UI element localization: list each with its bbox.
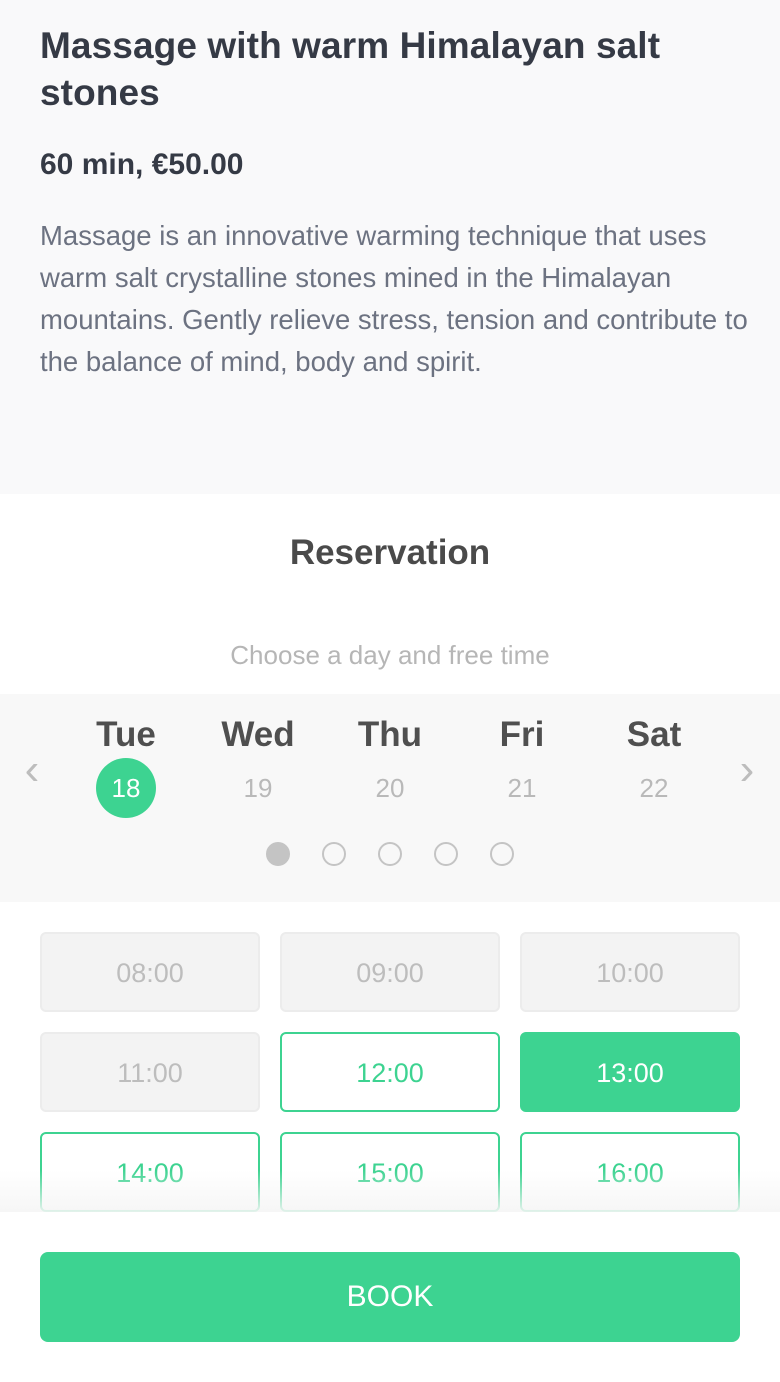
day-date: 21 — [507, 773, 537, 803]
day-picker: ‹ Tue 18 Wed 19 Thu 20 Fri 21 Sat 22 › — [0, 694, 780, 902]
page-indicator — [0, 842, 780, 868]
time-slot-1600[interactable]: 16:00 — [520, 1132, 740, 1212]
day-name: Fri — [499, 715, 545, 754]
day-tue[interactable]: Tue 18 — [66, 712, 186, 818]
duration-price: 60 min, €50.00 — [40, 148, 244, 181]
day-name: Tue — [96, 715, 156, 754]
day-date: 19 — [243, 773, 273, 803]
day-date: 20 — [375, 773, 405, 803]
page-dot-5[interactable] — [490, 842, 514, 866]
time-slot-0800[interactable]: 08:00 — [40, 932, 260, 1012]
reservation-subtitle: Choose a day and free time — [230, 640, 550, 670]
day-name: Thu — [357, 715, 423, 754]
day-wed[interactable]: Wed 19 — [198, 712, 318, 818]
day-name: Sat — [626, 715, 682, 754]
page-dot-4[interactable] — [434, 842, 458, 866]
time-slot-0900[interactable]: 09:00 — [280, 932, 500, 1012]
time-slot-1000[interactable]: 10:00 — [520, 932, 740, 1012]
day-sat[interactable]: Sat 22 — [594, 712, 714, 818]
day-thu[interactable]: Thu 20 — [330, 712, 450, 818]
footer-bar: BOOK — [0, 1212, 780, 1382]
page-dot-3[interactable] — [378, 842, 402, 866]
book-button[interactable]: BOOK — [40, 1252, 740, 1342]
day-date: 18 — [96, 758, 156, 818]
day-fri[interactable]: Fri 21 — [462, 712, 582, 818]
day-name: Wed — [221, 715, 295, 754]
prev-week-chevron-left-icon[interactable]: ‹ — [12, 740, 52, 800]
reservation-title: Reservation — [289, 533, 491, 572]
time-slot-1100[interactable]: 11:00 — [40, 1032, 260, 1112]
page-dot-2[interactable] — [322, 842, 346, 866]
time-slot-1200[interactable]: 12:00 — [280, 1032, 500, 1112]
day-date: 22 — [639, 773, 669, 803]
time-slot-1300[interactable]: 13:00 — [520, 1032, 740, 1112]
service-info-panel: Massage with warm Himalayan salt stones … — [0, 0, 780, 494]
page-dot-1[interactable] — [266, 842, 290, 866]
service-title: Massage with warm Himalayan salt stones — [40, 25, 661, 113]
time-slot-1500[interactable]: 15:00 — [280, 1132, 500, 1212]
next-week-chevron-right-icon[interactable]: › — [727, 740, 767, 800]
time-slot-1400[interactable]: 14:00 — [40, 1132, 260, 1212]
service-description: Massage is an innovative warming techniq… — [40, 220, 748, 377]
